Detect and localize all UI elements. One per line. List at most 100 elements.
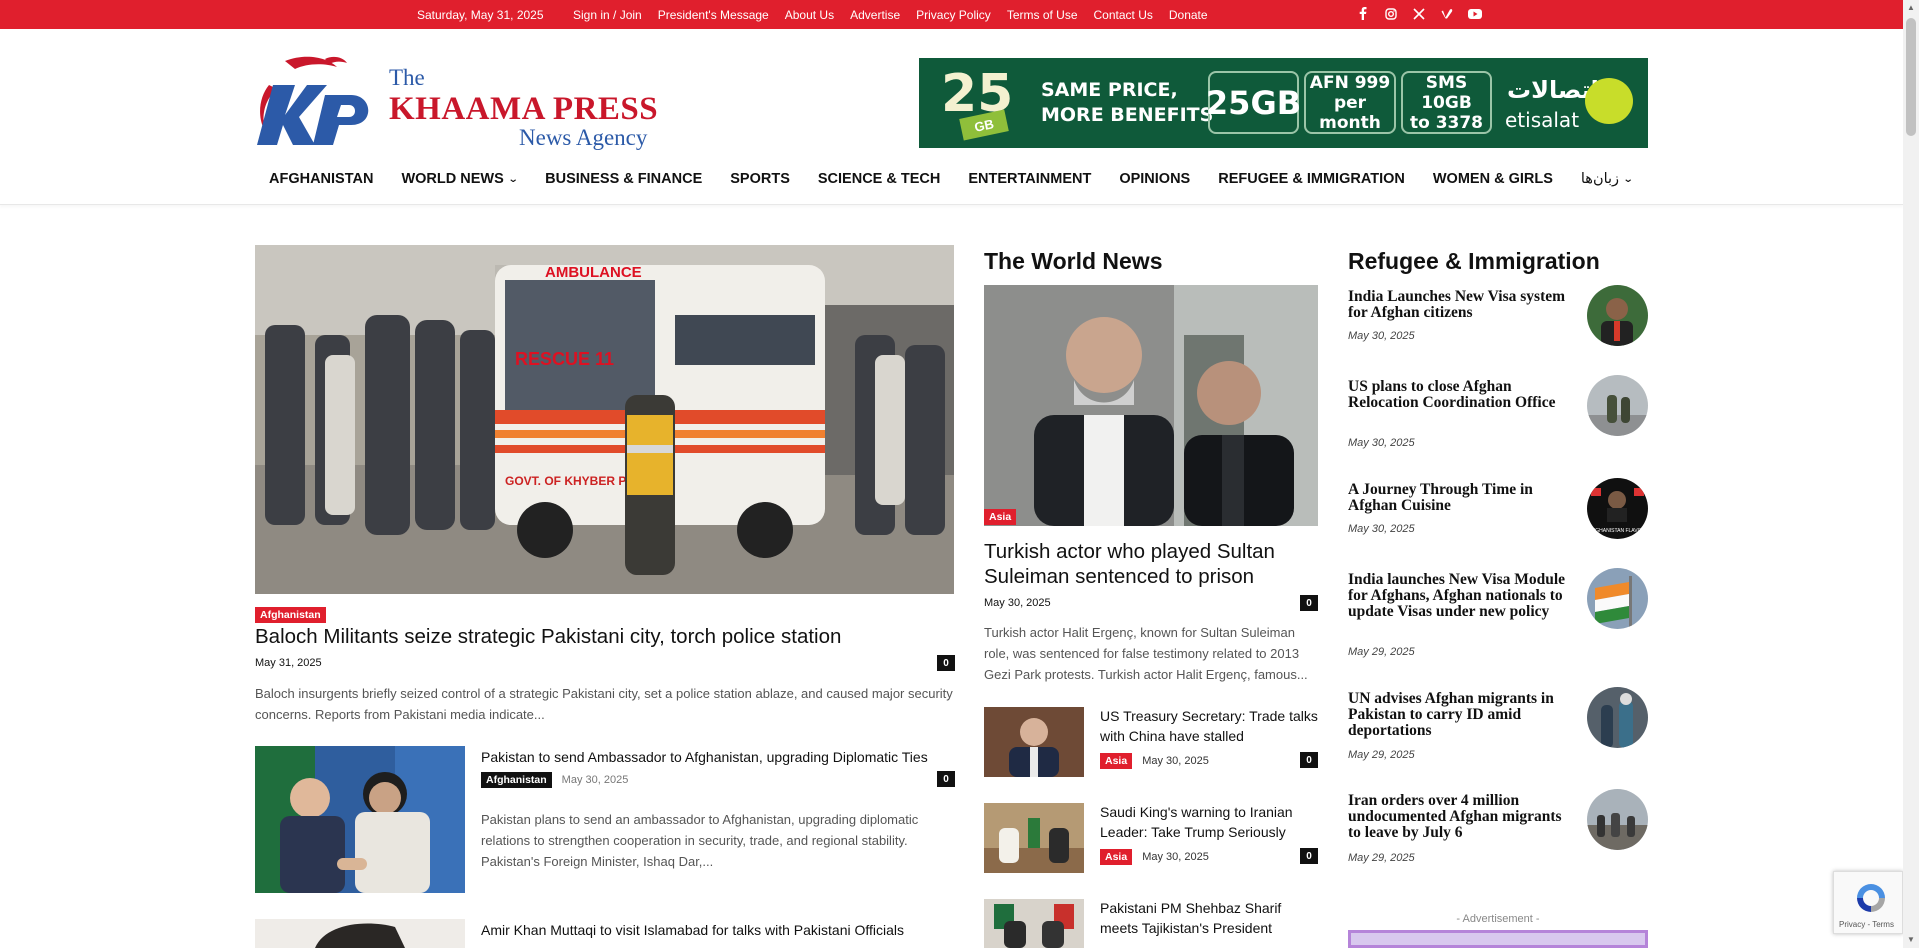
donate-link[interactable]: Donate: [1169, 8, 1208, 22]
world-news-item-image[interactable]: [984, 803, 1084, 873]
privacy-policy-link[interactable]: Privacy Policy: [916, 8, 991, 22]
recaptcha-badge[interactable]: Privacy - Terms: [1833, 871, 1903, 934]
refugee-item-title[interactable]: India launches New Visa Module for Afgha…: [1348, 572, 1573, 620]
terms-of-use-link[interactable]: Terms of Use: [1007, 8, 1078, 22]
sub-article-tag[interactable]: Afghanistan: [481, 772, 552, 788]
scroll-down-icon[interactable]: ▼: [1907, 936, 1915, 944]
facebook-icon[interactable]: [1354, 5, 1371, 22]
nav-label: REFUGEE & IMMIGRATION: [1218, 171, 1405, 187]
sidebar-advertisement[interactable]: [1348, 930, 1648, 948]
instagram-icon[interactable]: [1382, 5, 1399, 22]
refugee-item-date: May 30, 2025: [1348, 330, 1415, 342]
refugee-heading[interactable]: Refugee & Immigration: [1348, 248, 1600, 275]
world-news-item-meta: Asia May 30, 2025: [1100, 753, 1209, 769]
site-logo[interactable]: The KHAAMA PRESS News Agency: [255, 55, 660, 150]
refugee-item-date: May 30, 2025: [1348, 437, 1415, 449]
world-news-main-title[interactable]: Turkish actor who played Sultan Suleiman…: [984, 539, 1314, 589]
etisalat-ad-banner[interactable]: 25 GB SAME PRICE, MORE BENEFITS 25GB AFN…: [919, 58, 1648, 148]
refugee-item-date: May 29, 2025: [1348, 646, 1415, 658]
pakistan-tajikistan-meeting-image: [984, 899, 1084, 948]
sub-article-image[interactable]: [255, 746, 465, 893]
nav-science-tech[interactable]: SCIENCE & TECH: [804, 164, 954, 194]
banner-sms-line1: SMS 10GB: [1421, 72, 1472, 113]
nav-business-finance[interactable]: BUSINESS & FINANCE: [531, 164, 716, 194]
youtube-icon[interactable]: [1466, 5, 1483, 22]
diplomats-handshake-image: [255, 746, 465, 893]
world-news-item-image[interactable]: [984, 899, 1084, 948]
saudi-king-meeting-image: [984, 803, 1084, 873]
current-date: Saturday, May 31, 2025: [417, 8, 544, 22]
comment-count[interactable]: 0: [1300, 848, 1318, 864]
refugee-item-thumbnail[interactable]: [1587, 687, 1648, 748]
world-news-item-image[interactable]: [984, 707, 1084, 777]
refugee-item-title[interactable]: A Journey Through Time in Afghan Cuisine: [1348, 482, 1573, 514]
scroll-up-icon[interactable]: ▲: [1907, 4, 1915, 12]
logo-the: The: [389, 65, 425, 90]
refugee-item-title[interactable]: US plans to close Afghan Relocation Coor…: [1348, 379, 1573, 411]
recaptcha-links[interactable]: Privacy - Terms: [1839, 920, 1894, 929]
advertise-link[interactable]: Advertise: [850, 8, 900, 22]
refugee-item-thumbnail[interactable]: AFGHANISTAN FLAVOR: [1587, 478, 1648, 539]
sub-article-image[interactable]: [255, 919, 465, 948]
x-icon[interactable]: [1410, 5, 1427, 22]
treasury-secretary-image: [984, 707, 1084, 777]
page-scrollbar[interactable]: ▲ ▼: [1903, 0, 1919, 948]
nav-opinions[interactable]: OPINIONS: [1105, 164, 1204, 194]
lead-article-date: May 31, 2025: [255, 657, 322, 669]
banner-price: AFN 999: [1309, 72, 1391, 93]
world-news-item-tag[interactable]: Asia: [1100, 849, 1133, 865]
nav-label: WOMEN & GIRLS: [1432, 171, 1553, 187]
nav-entertainment[interactable]: ENTERTAINMENT: [954, 164, 1105, 194]
afghan-cuisine-thumb: AFGHANISTAN FLAVOR: [1587, 478, 1648, 539]
presidents-message-link[interactable]: President's Message: [658, 8, 769, 22]
refugee-item-thumbnail[interactable]: [1587, 568, 1648, 629]
nav-label: زبان‌ها: [1580, 171, 1620, 187]
refugee-item-thumbnail[interactable]: [1587, 789, 1648, 850]
contact-us-link[interactable]: Contact Us: [1094, 8, 1153, 22]
lead-article-image[interactable]: AMBULANCE RESCUE 11 GOVT. OF KHYBER PAKH…: [255, 245, 954, 594]
world-news-item-title[interactable]: Saudi King's warning to Iranian Leader: …: [1100, 802, 1318, 842]
world-news-item-tag[interactable]: Asia: [1100, 753, 1133, 769]
sign-in-link[interactable]: Sign in / Join: [573, 8, 642, 22]
refugee-item-thumbnail[interactable]: [1587, 375, 1648, 436]
relocation-office-thumb: [1587, 375, 1648, 436]
world-news-main-image[interactable]: [984, 285, 1318, 526]
refugee-item-thumbnail[interactable]: [1587, 285, 1648, 346]
lead-article-title[interactable]: Baloch Militants seize strategic Pakista…: [255, 625, 954, 649]
sub-article-title[interactable]: Pakistan to send Ambassador to Afghanist…: [481, 749, 928, 765]
comment-count[interactable]: 0: [1300, 595, 1318, 611]
nav-world-news[interactable]: WORLD NEWS ⌄: [387, 164, 531, 194]
comment-count[interactable]: 0: [937, 655, 955, 671]
world-news-item-date: May 30, 2025: [1142, 755, 1209, 767]
nav-sports[interactable]: SPORTS: [716, 164, 804, 194]
refugee-item-title[interactable]: UN advises Afghan migrants in Pakistan t…: [1348, 691, 1573, 739]
about-us-link[interactable]: About Us: [785, 8, 834, 22]
turkish-actors-image: [984, 285, 1318, 526]
nav-label: ENTERTAINMENT: [968, 171, 1092, 187]
top-bar: Saturday, May 31, 2025 Sign in / Join Pr…: [0, 0, 1903, 29]
world-news-heading[interactable]: The World News: [984, 248, 1163, 275]
vimeo-icon[interactable]: [1438, 5, 1455, 22]
comment-count[interactable]: 0: [937, 771, 955, 787]
refugee-item-title[interactable]: India Launches New Visa system for Afgha…: [1348, 289, 1573, 321]
sub-article-title[interactable]: Amir Khan Muttaqi to visit Islamabad for…: [481, 922, 904, 938]
banner-data-box: 25GB: [1206, 71, 1301, 134]
refugee-item-title[interactable]: Iran orders over 4 million undocumented …: [1348, 793, 1573, 841]
nav-women-girls[interactable]: WOMEN & GIRLS: [1419, 164, 1567, 194]
sub-article-excerpt: Pakistan plans to send an ambassador to …: [481, 812, 919, 869]
lead-category-tag[interactable]: Afghanistan: [255, 607, 326, 623]
world-news-main-tag[interactable]: Asia: [984, 509, 1017, 525]
scrollbar-thumb[interactable]: [1906, 18, 1916, 136]
chevron-down-icon: ⌄: [1622, 173, 1634, 185]
world-news-item-title[interactable]: US Treasury Secretary: Trade talks with …: [1100, 706, 1318, 746]
nav-languages[interactable]: زبان‌ها ⌄: [1567, 164, 1647, 194]
nav-label: SCIENCE & TECH: [817, 171, 941, 187]
world-news-item-title[interactable]: Pakistani PM Shehbaz Sharif meets Tajiki…: [1100, 898, 1318, 938]
social-links: [1354, 5, 1483, 22]
nav-refugee-immigration[interactable]: REFUGEE & IMMIGRATION: [1204, 164, 1419, 194]
refugee-item-date: May 30, 2025: [1348, 523, 1415, 535]
nav-afghanistan[interactable]: AFGHANISTAN: [255, 164, 387, 194]
world-news-main-date: May 30, 2025: [984, 597, 1051, 609]
india-flag-thumb: [1587, 568, 1648, 629]
comment-count[interactable]: 0: [1300, 752, 1318, 768]
